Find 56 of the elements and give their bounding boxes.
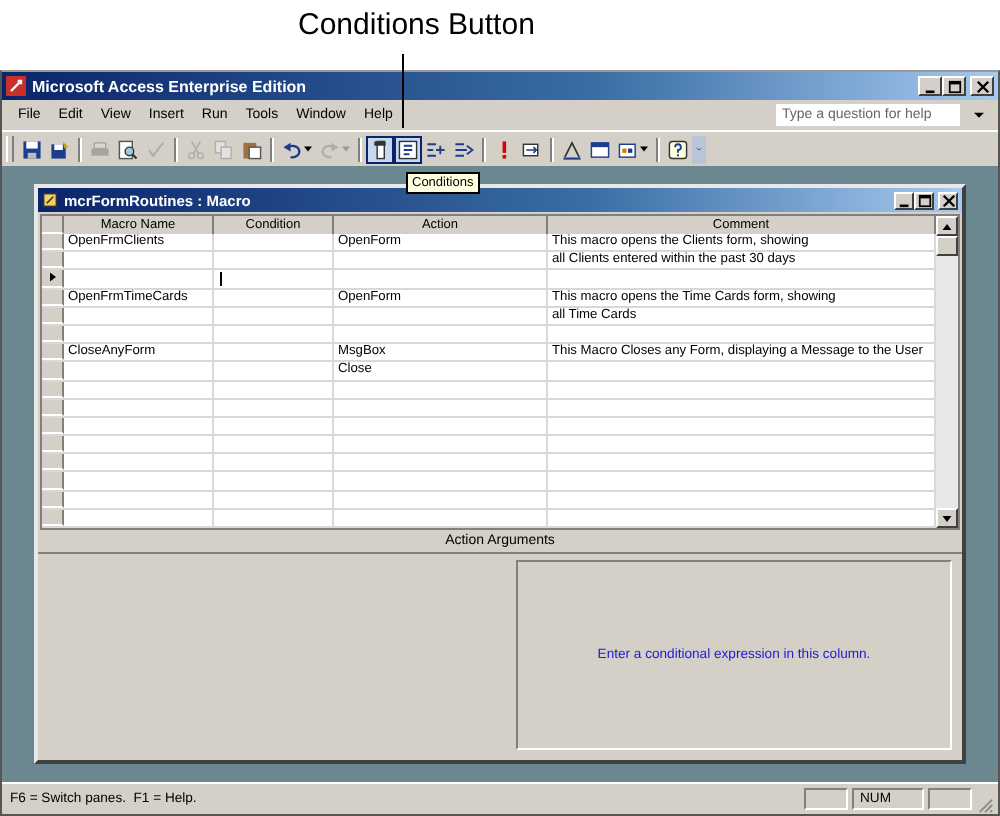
maximize-icon <box>917 193 931 207</box>
scrollbar[interactable] <box>936 216 958 528</box>
save-as-icon <box>50 139 70 159</box>
undo-icon <box>282 139 302 159</box>
single-step-icon <box>522 139 542 159</box>
caret-icon <box>342 146 350 152</box>
copy-icon <box>214 139 234 159</box>
window-title: Microsoft Access Enterprise Edition <box>32 77 307 95</box>
conditions-icon <box>398 139 418 159</box>
print-icon <box>90 139 110 159</box>
scroll-up-button[interactable] <box>936 216 958 236</box>
dropdown-arrow-icon[interactable] <box>974 111 984 119</box>
minimize-button[interactable] <box>918 76 942 96</box>
save-button[interactable] <box>18 135 46 163</box>
maximize-icon <box>947 79 961 93</box>
conditions-button[interactable] <box>394 135 422 163</box>
table-cell[interactable] <box>214 270 334 288</box>
help-icon <box>668 139 688 159</box>
preview-button[interactable] <box>114 135 142 163</box>
build-icon <box>562 139 582 159</box>
spell-icon <box>146 139 166 159</box>
help-button[interactable] <box>664 135 692 163</box>
delete-rows-icon <box>454 139 474 159</box>
new-object-icon <box>618 139 638 159</box>
redo-icon <box>320 139 340 159</box>
select-all-corner[interactable] <box>42 216 64 234</box>
close-button[interactable] <box>938 191 958 209</box>
up-arrow-icon <box>942 223 952 229</box>
leader-line <box>402 54 404 128</box>
database-window-icon <box>590 139 610 159</box>
macro-names-icon <box>370 139 390 159</box>
down-arrow-icon <box>942 515 952 521</box>
scroll-down-button[interactable] <box>936 508 958 528</box>
caret-icon <box>304 146 312 152</box>
status-panel <box>928 788 972 810</box>
callout-label: Conditions Button <box>298 8 535 44</box>
close-icon <box>941 193 955 207</box>
macro-icon <box>42 192 58 208</box>
paste-icon <box>242 139 262 159</box>
maximize-button[interactable] <box>914 191 934 209</box>
key-icon <box>6 76 26 96</box>
macro-names-button[interactable] <box>366 135 394 163</box>
close-icon <box>975 79 989 93</box>
save-icon <box>22 139 42 159</box>
minimize-button[interactable] <box>894 191 914 209</box>
cut-icon <box>186 139 206 159</box>
text-cursor <box>220 272 222 287</box>
status-panel <box>804 788 848 810</box>
overflow-icon <box>696 146 702 152</box>
insert-rows-icon <box>426 139 446 159</box>
current-row-icon <box>49 272 55 283</box>
resize-grip-icon[interactable] <box>976 796 994 814</box>
row-selector[interactable] <box>42 270 64 288</box>
scroll-thumb[interactable] <box>936 236 958 256</box>
caret-icon <box>640 146 648 152</box>
preview-icon <box>118 139 138 159</box>
